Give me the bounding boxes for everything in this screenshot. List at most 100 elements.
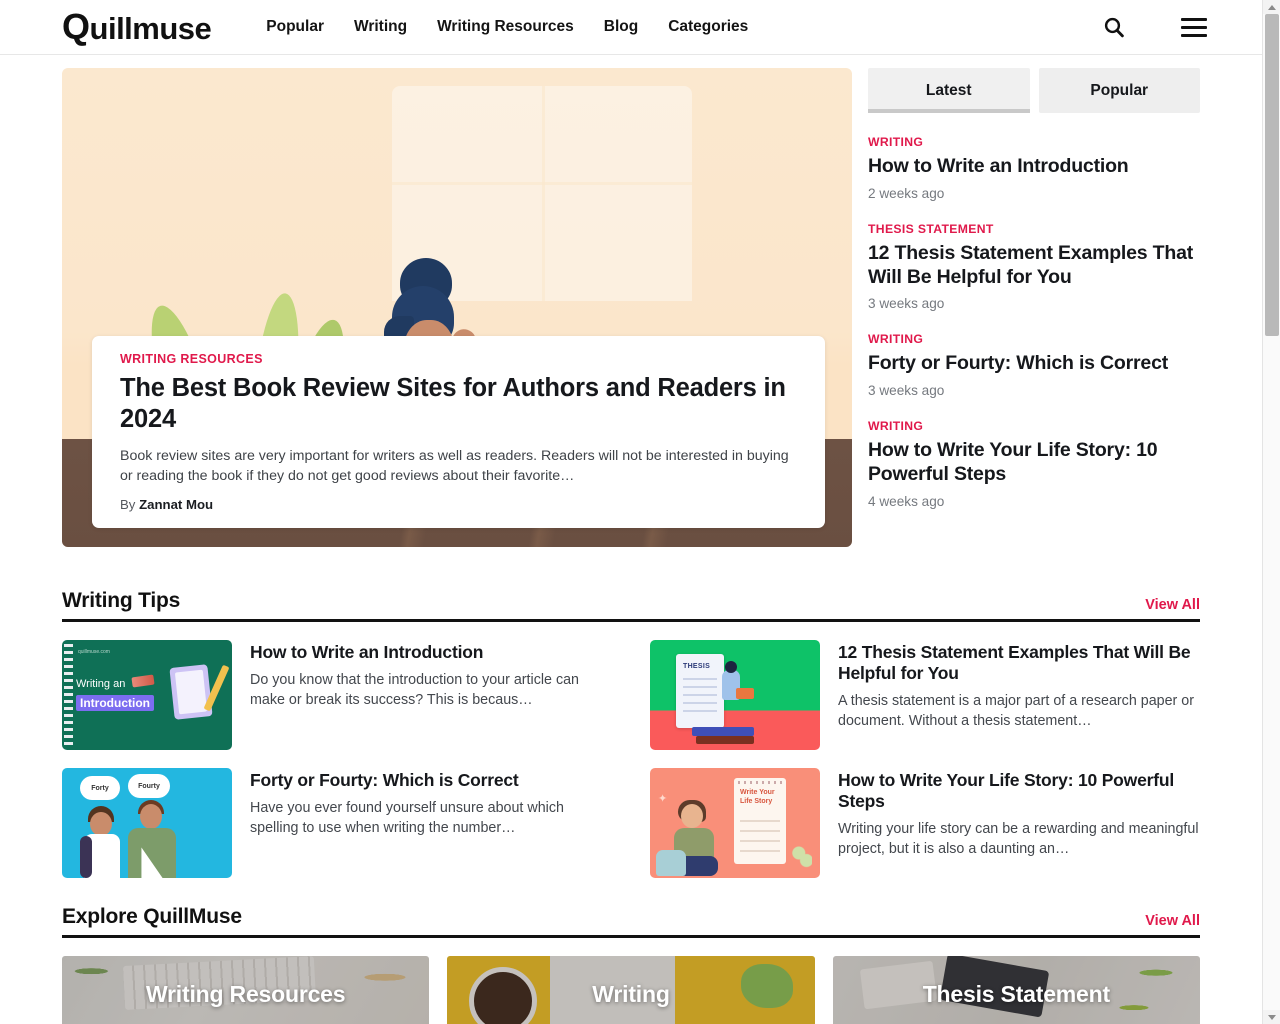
sidebar-item-category[interactable]: THESIS STATEMENT [868, 222, 1200, 236]
chevron-down-icon [1268, 1015, 1276, 1020]
page-scrollbar[interactable] [1262, 0, 1280, 1024]
clipboard-icon [169, 664, 212, 720]
explore-card-label: Writing [592, 981, 669, 1008]
hero-article[interactable]: WRITING RESOURCES The Best Book Review S… [62, 68, 852, 547]
sidebar-item-title[interactable]: How to Write Your Life Story: 10 Powerfu… [868, 439, 1200, 487]
tip-excerpt: Have you ever found yourself unsure abou… [250, 798, 612, 839]
speech-bubble-icon: Forty [80, 776, 120, 800]
nav-item-categories[interactable]: Categories [668, 18, 748, 36]
explore-grid: Writing Resources Writing Thesis Stateme… [62, 956, 1200, 1024]
bag-icon [656, 850, 686, 876]
thumb-doc-label: THESIS [683, 663, 710, 670]
tip-body: How to Write Your Life Story: 10 Powerfu… [838, 768, 1200, 878]
list-item[interactable]: ✦ Write Your Life Story How to Write You… [650, 768, 1200, 878]
plant-icon [790, 844, 812, 874]
tip-title[interactable]: 12 Thesis Statement Examples That Will B… [838, 642, 1200, 684]
speech-bubble-icon: Fourty [128, 774, 170, 798]
header-actions [1102, 15, 1207, 39]
hero-title[interactable]: The Best Book Review Sites for Authors a… [120, 373, 803, 436]
thumb-line2: Introduction [76, 695, 154, 711]
nav-item-writing[interactable]: Writing [354, 18, 407, 36]
hero-category[interactable]: WRITING RESOURCES [120, 352, 803, 366]
list-item[interactable]: THESIS 12 Thesis Statement Examples That… [650, 640, 1200, 750]
list-item[interactable]: quillmuse.com Writing an Introduction Ho… [62, 640, 612, 750]
laptop-icon [736, 688, 754, 699]
hero-article-card[interactable]: WRITING RESOURCES The Best Book Review S… [92, 336, 825, 528]
writing-tips-header: Writing Tips View All [62, 589, 1200, 622]
sidebar-article-list: WRITING How to Write an Introduction 2 w… [868, 135, 1200, 509]
books-icon [692, 727, 754, 736]
search-icon [1102, 15, 1126, 39]
nav-item-writing-resources[interactable]: Writing Resources [437, 18, 574, 36]
tip-body: How to Write an Introduction Do you know… [250, 640, 612, 750]
sidebar-item-title[interactable]: Forty or Fourty: Which is Correct [868, 352, 1200, 376]
main-content: WRITING RESOURCES The Best Book Review S… [0, 55, 1262, 547]
list-item[interactable]: Forty Fourty Forty or Fourty: Which is C… [62, 768, 612, 878]
writing-tips-grid: quillmuse.com Writing an Introduction Ho… [62, 640, 1200, 878]
sidebar-item-date: 3 weeks ago [868, 383, 1200, 398]
person-icon [80, 806, 124, 878]
tip-title[interactable]: Forty or Fourty: Which is Correct [250, 770, 612, 791]
thumb-forty-or-fourty[interactable]: Forty Fourty [62, 768, 232, 878]
hamburger-menu-icon [1181, 18, 1207, 37]
writing-tips-section: Writing Tips View All quillmuse.com Writ… [0, 589, 1262, 878]
sidebar-item-category[interactable]: WRITING [868, 135, 1200, 149]
page-content: Quillmuse Popular Writing Writing Resour… [0, 0, 1262, 1024]
writing-tips-view-all[interactable]: View All [1145, 597, 1200, 613]
scrollbar-down-button[interactable] [1263, 1010, 1280, 1024]
sidebar-item-category[interactable]: WRITING [868, 332, 1200, 346]
explore-card-thesis-statement[interactable]: Thesis Statement [833, 956, 1200, 1024]
thumb-domain-text: quillmuse.com [78, 649, 110, 655]
logo-text: uillmuse [90, 11, 212, 46]
hero-column: WRITING RESOURCES The Best Book Review S… [62, 68, 852, 547]
nav-item-popular[interactable]: Popular [266, 18, 324, 36]
tip-title[interactable]: How to Write an Introduction [250, 642, 612, 663]
thumb-writing-introduction[interactable]: quillmuse.com Writing an Introduction [62, 640, 232, 750]
logo-initial: Q [62, 6, 90, 47]
list-item[interactable]: WRITING How to Write Your Life Story: 10… [868, 419, 1200, 509]
sidebar-item-date: 2 weeks ago [868, 186, 1200, 201]
document-icon: THESIS [676, 654, 724, 728]
notebook-spiral-icon [64, 644, 73, 746]
explore-header: Explore QuillMuse View All [62, 905, 1200, 938]
books-icon [696, 736, 754, 744]
scrollbar-up-button[interactable] [1263, 0, 1280, 14]
explore-view-all[interactable]: View All [1145, 913, 1200, 929]
scrollbar-thumb[interactable] [1265, 14, 1279, 336]
tab-popular[interactable]: Popular [1039, 68, 1201, 113]
byline-prefix: By [120, 497, 135, 512]
thumb-line1: Writing an [76, 678, 125, 690]
sidebar-item-title[interactable]: How to Write an Introduction [868, 155, 1200, 179]
sidebar-tabs: Latest Popular [868, 68, 1200, 113]
tip-excerpt: A thesis statement is a major part of a … [838, 691, 1200, 732]
tip-body: 12 Thesis Statement Examples That Will B… [838, 640, 1200, 750]
search-button[interactable] [1102, 15, 1126, 39]
chevron-up-icon [1268, 5, 1276, 10]
sidebar: Latest Popular WRITING How to Write an I… [868, 68, 1200, 547]
nav-item-blog[interactable]: Blog [604, 18, 638, 36]
browser-viewport: Quillmuse Popular Writing Writing Resour… [0, 0, 1280, 1024]
explore-card-writing[interactable]: Writing [447, 956, 814, 1024]
sidebar-item-category[interactable]: WRITING [868, 419, 1200, 433]
explore-card-label: Writing Resources [146, 981, 345, 1008]
list-item[interactable]: THESIS STATEMENT 12 Thesis Statement Exa… [868, 222, 1200, 312]
thumb-life-story[interactable]: ✦ Write Your Life Story [650, 768, 820, 878]
tip-body: Forty or Fourty: Which is Correct Have y… [250, 768, 612, 878]
menu-button[interactable] [1181, 18, 1207, 37]
hero-author[interactable]: Zannat Mou [139, 497, 213, 512]
list-item[interactable]: WRITING How to Write an Introduction 2 w… [868, 135, 1200, 201]
hero-excerpt: Book review sites are very important for… [120, 446, 803, 487]
tip-excerpt: Do you know that the introduction to you… [250, 670, 612, 711]
sidebar-item-title[interactable]: 12 Thesis Statement Examples That Will B… [868, 242, 1200, 290]
thumb-thesis-statement[interactable]: THESIS [650, 640, 820, 750]
main-navigation: Popular Writing Writing Resources Blog C… [266, 18, 748, 36]
list-item[interactable]: WRITING Forty or Fourty: Which is Correc… [868, 332, 1200, 398]
sidebar-item-date: 4 weeks ago [868, 494, 1200, 509]
tip-title[interactable]: How to Write Your Life Story: 10 Powerfu… [838, 770, 1200, 812]
site-logo[interactable]: Quillmuse [62, 9, 211, 45]
tab-latest[interactable]: Latest [868, 68, 1030, 113]
marker-icon [131, 675, 154, 688]
explore-section: Explore QuillMuse View All Writing Resou… [0, 905, 1262, 1024]
explore-card-writing-resources[interactable]: Writing Resources [62, 956, 429, 1024]
hero-byline: By Zannat Mou [120, 497, 803, 512]
